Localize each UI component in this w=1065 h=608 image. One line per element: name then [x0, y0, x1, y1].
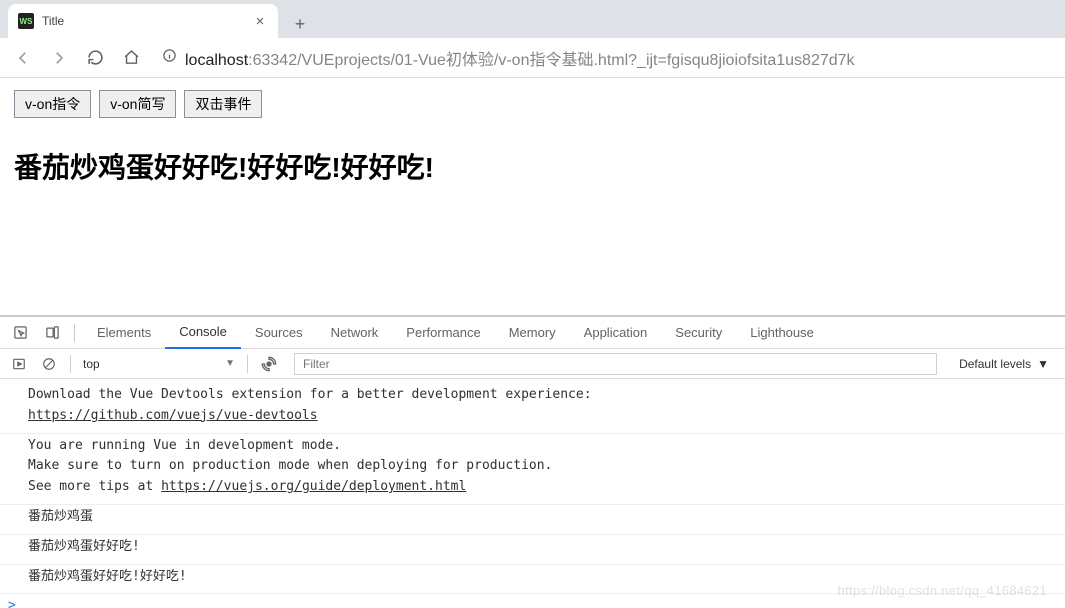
page-button-row: v-on指令 v-on简写 双击事件 — [14, 90, 1051, 118]
console-link[interactable]: https://vuejs.org/guide/deployment.html — [161, 479, 466, 494]
chevron-down-icon: ▼ — [225, 358, 235, 369]
console-prompt[interactable]: > — [0, 594, 1065, 608]
page-button-von[interactable]: v-on指令 — [14, 90, 91, 118]
devtools-tab-elements[interactable]: Elements — [83, 317, 165, 349]
console-log: Download the Vue Devtools extension for … — [0, 383, 1065, 434]
forward-button[interactable] — [44, 43, 74, 73]
inspect-element-icon[interactable] — [6, 319, 34, 347]
devtools-tab-network[interactable]: Network — [317, 317, 393, 349]
console-sidebar-toggle-icon[interactable] — [6, 351, 32, 377]
devtools-tab-lighthouse[interactable]: Lighthouse — [736, 317, 828, 349]
page-content: v-on指令 v-on简写 双击事件 番茄炒鸡蛋好好吃!好好吃!好好吃! — [0, 78, 1065, 315]
new-tab-button[interactable]: + — [286, 10, 314, 38]
url-bar[interactable]: localhost:63342/VUEprojects/01-Vue初体验/v-… — [152, 43, 1057, 73]
console-log: 番茄炒鸡蛋好好吃!好好吃! — [0, 565, 1065, 595]
devtools-tab-application[interactable]: Application — [570, 317, 662, 349]
tab-favicon: WS — [18, 13, 34, 29]
context-label: top — [83, 357, 100, 371]
clear-console-icon[interactable] — [36, 351, 62, 377]
console-log: 番茄炒鸡蛋 — [0, 505, 1065, 535]
devtools-tab-strip: ElementsConsoleSourcesNetworkPerformance… — [0, 317, 1065, 349]
url-host: localhost — [185, 52, 248, 69]
url-path: :63342/VUEprojects/01-Vue初体验/v-on指令基础.ht… — [248, 52, 854, 69]
live-expression-icon[interactable] — [256, 351, 282, 377]
devtools-tabs: ElementsConsoleSourcesNetworkPerformance… — [83, 317, 828, 349]
page-button-von-short[interactable]: v-on简写 — [99, 90, 176, 118]
devtools-tab-sources[interactable]: Sources — [241, 317, 317, 349]
console-toolbar: top ▼ Default levels ▼ — [0, 349, 1065, 379]
page-heading: 番茄炒鸡蛋好好吃!好好吃!好好吃! — [14, 146, 1051, 186]
url-text: localhost:63342/VUEprojects/01-Vue初体验/v-… — [185, 46, 855, 70]
levels-label: Default levels — [959, 357, 1031, 371]
chevron-down-icon: ▼ — [1037, 357, 1049, 371]
reload-button[interactable] — [80, 43, 110, 73]
browser-tab[interactable]: WS Title × — [8, 4, 278, 38]
console-log-area[interactable]: Download the Vue Devtools extension for … — [0, 379, 1065, 608]
log-levels-selector[interactable]: Default levels ▼ — [949, 357, 1059, 371]
devtools-tab-security[interactable]: Security — [661, 317, 736, 349]
context-selector[interactable]: top ▼ — [79, 355, 239, 373]
browser-tab-strip: WS Title × + — [0, 0, 1065, 38]
devtools-tab-memory[interactable]: Memory — [495, 317, 570, 349]
divider — [74, 324, 75, 342]
browser-toolbar: localhost:63342/VUEprojects/01-Vue初体验/v-… — [0, 38, 1065, 78]
back-button[interactable] — [8, 43, 38, 73]
filter-input[interactable] — [294, 353, 937, 375]
home-button[interactable] — [116, 43, 146, 73]
device-toolbar-icon[interactable] — [38, 319, 66, 347]
divider — [247, 355, 248, 373]
devtools-panel: ElementsConsoleSourcesNetworkPerformance… — [0, 315, 1065, 608]
divider — [70, 355, 71, 373]
site-info-icon[interactable] — [162, 48, 177, 67]
devtools-tab-performance[interactable]: Performance — [392, 317, 494, 349]
console-log: 番茄炒鸡蛋好好吃! — [0, 535, 1065, 565]
console-link[interactable]: https://github.com/vuejs/vue-devtools — [28, 408, 318, 423]
tab-title: Title — [42, 14, 244, 28]
devtools-tab-console[interactable]: Console — [165, 317, 241, 349]
page-button-dblclick[interactable]: 双击事件 — [184, 90, 262, 118]
console-log: You are running Vue in development mode.… — [0, 434, 1065, 505]
close-tab-icon[interactable]: × — [252, 13, 268, 29]
